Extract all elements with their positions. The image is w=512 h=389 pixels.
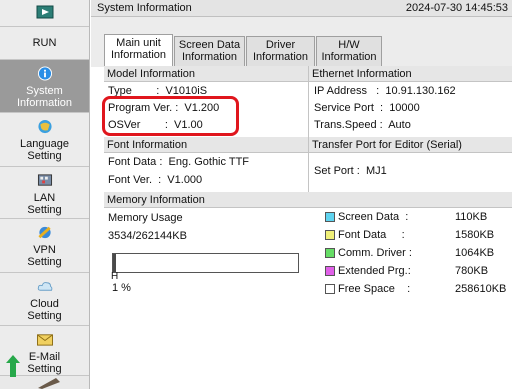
legend-swatch xyxy=(325,212,335,222)
language-icon xyxy=(37,119,52,134)
legend-label: Free Space : xyxy=(338,283,411,295)
sidebar-item-label: E-Mail Setting xyxy=(27,351,62,375)
highlight-annotation xyxy=(102,96,239,136)
tab-main-unit-information[interactable]: Main unit Information xyxy=(104,34,173,67)
legend-swatch xyxy=(325,248,335,258)
partial-tool-icon xyxy=(36,378,60,389)
sidebar-item-label: System Information xyxy=(16,85,73,109)
tab-driver-information[interactable]: Driver Information xyxy=(246,36,315,66)
sidebar-item-label: LAN Setting xyxy=(27,192,62,216)
tab-hw-information[interactable]: H/W Information xyxy=(316,36,382,66)
datetime: 2024-07-30 14:45:53 xyxy=(405,2,508,14)
title-bar: System Information 2024-07-30 14:45:53 xyxy=(91,0,512,17)
memory-usage-value: 3534/262144KB xyxy=(108,230,187,242)
memory-usage-label: Memory Usage xyxy=(108,212,183,224)
sidebar-item-lan-setting[interactable]: LAN Setting xyxy=(0,167,89,219)
sidebar-item-label: VPN Setting xyxy=(27,244,62,268)
sidebar-item-system-information[interactable]: System Information xyxy=(0,60,89,113)
service-port: Service Port : 10000 xyxy=(314,102,420,114)
sidebar-item-label: Language Setting xyxy=(20,138,69,162)
sidebar-item-label: RUN xyxy=(32,37,57,49)
transfer-port-heading: Transfer Port for Editor (Serial) xyxy=(309,137,512,153)
email-icon xyxy=(36,334,53,346)
ip-address: IP Address : 10.91.130.162 xyxy=(314,85,456,97)
model-information-heading: Model Information xyxy=(104,66,308,82)
font-information-heading: Font Information xyxy=(104,137,308,153)
memory-information-heading: Memory Information xyxy=(104,192,512,208)
legend-label: Comm. Driver : xyxy=(338,247,412,259)
tab-bar: Main unit Information Screen Data Inform… xyxy=(91,17,512,67)
ethernet-information-heading: Ethernet Information xyxy=(309,66,512,82)
memory-usage-percent: 1 % xyxy=(112,282,131,294)
set-port: Set Port : MJ1 xyxy=(314,165,387,177)
font-version: Font Ver. : V1.000 xyxy=(108,174,203,186)
cloud-icon xyxy=(37,282,52,291)
legend-swatch xyxy=(325,230,335,240)
memory-usage-bar-fill xyxy=(113,254,116,272)
scroll-up-arrow-icon[interactable] xyxy=(6,355,20,380)
legend-swatch xyxy=(325,266,335,276)
legend-label: Font Data : xyxy=(338,229,405,241)
font-data: Font Data : Eng. Gothic TTF xyxy=(108,156,250,168)
memory-usage-bar xyxy=(112,253,299,273)
page-title: System Information xyxy=(97,2,192,14)
top-screen-icon xyxy=(36,5,53,19)
vpn-icon xyxy=(37,226,51,239)
sidebar-item-run[interactable]: RUN xyxy=(0,27,89,60)
memory-bar-tick: H xyxy=(111,271,119,282)
legend-swatch xyxy=(325,284,335,294)
sidebar-item-label: Cloud Setting xyxy=(27,298,62,322)
sidebar-item-language-setting[interactable]: Language Setting xyxy=(0,113,89,167)
legend-value: 1064KB xyxy=(455,247,495,259)
legend-label: Screen Data : xyxy=(338,211,409,223)
info-icon xyxy=(37,66,52,81)
sidebar: RUN System Information Language Setting … xyxy=(0,0,90,389)
legend-value: 110KB xyxy=(455,211,488,223)
top-screen-button[interactable] xyxy=(0,0,89,27)
legend-value: 780KB xyxy=(455,265,489,277)
tab-screen-data-information[interactable]: Screen Data Information xyxy=(174,36,245,66)
trans-speed: Trans.Speed : Auto xyxy=(314,119,411,131)
sidebar-item-vpn-setting[interactable]: VPN Setting xyxy=(0,219,89,273)
legend-value: 1580KB xyxy=(455,229,495,241)
sidebar-item-cloud-setting[interactable]: Cloud Setting xyxy=(0,273,89,326)
legend-value: 258610KB xyxy=(455,283,507,295)
lan-icon xyxy=(37,174,52,186)
column-divider xyxy=(308,66,309,192)
legend-label: Extended Prg.: xyxy=(338,265,411,277)
